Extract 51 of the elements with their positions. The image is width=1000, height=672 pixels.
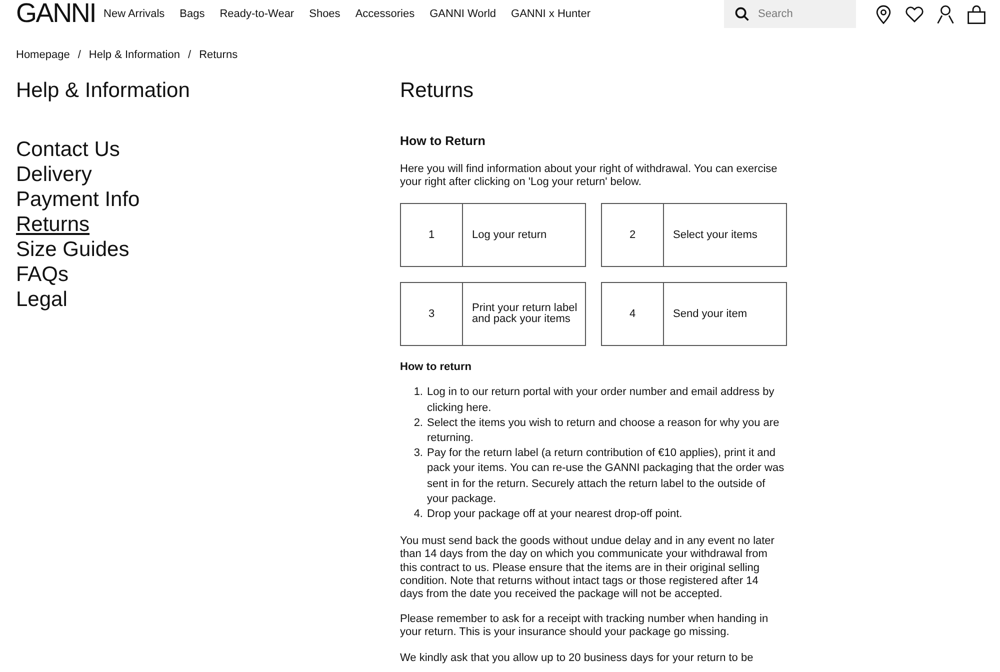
- nav-link[interactable]: GANNI World: [430, 6, 496, 22]
- step-number: 1: [401, 204, 463, 266]
- step-number: 2: [602, 204, 664, 266]
- step-label: Send your item: [672, 306, 748, 322]
- sidebar-link[interactable]: Legal: [16, 287, 68, 312]
- sidebar-link[interactable]: Payment Info: [16, 187, 140, 212]
- step-label: Select your items: [672, 228, 758, 243]
- paragraph: We kindly ask that you allow up to 20 business days for your return to be: [400, 652, 754, 665]
- section-title: How to Return: [400, 133, 486, 149]
- step-number: 3: [401, 283, 463, 346]
- sidebar-link[interactable]: Contact Us: [16, 137, 120, 162]
- breadcrumb-link[interactable]: Homepage: [16, 48, 70, 62]
- step-label: Print your return label and pack your items: [471, 300, 578, 328]
- step-label: Log your return: [471, 228, 548, 243]
- nav-link[interactable]: Ready-to-Wear: [220, 6, 294, 22]
- breadcrumb-separator: /: [78, 48, 81, 62]
- heart-icon[interactable]: [905, 4, 924, 24]
- account-icon[interactable]: [936, 4, 955, 24]
- nav-link[interactable]: Shoes: [309, 6, 340, 22]
- nav-link[interactable]: Accessories: [355, 6, 415, 22]
- sidebar-link[interactable]: Size Guides: [16, 237, 130, 262]
- location-pin-icon[interactable]: [874, 4, 893, 24]
- sidebar-link[interactable]: Returns: [16, 212, 90, 237]
- breadcrumb-separator: /: [188, 48, 192, 62]
- paragraph: Please remember to ask for a receipt with tracking number when handing in your return. This is your insurance should your package go missing.: [400, 613, 770, 640]
- list-number: 1.: [412, 385, 424, 400]
- nav-link[interactable]: New Arrivals: [104, 6, 165, 22]
- list-item-text: Drop your package off at your nearest drop-off point.: [427, 507, 684, 522]
- list-number: 2.: [412, 416, 424, 431]
- page-title: Returns: [400, 79, 475, 103]
- here-link[interactable]: here.: [466, 402, 492, 414]
- nav-link[interactable]: GANNI x Hunter: [511, 6, 590, 22]
- list-number: 3.: [412, 446, 424, 462]
- intro-text: Here you will find information about your right of withdrawal. You can exercise your right after clicking on 'Log your return' below.: [400, 163, 778, 190]
- logo[interactable]: GANNI: [16, 1, 96, 25]
- step-number: 4: [602, 283, 664, 346]
- list-item-text: Pay for the return label (a return contribution of €10 applies), print it and pack your items. You can re-use the GANNI packaging that the order was sent in for the return. Securely attach the return label to the outside of your package.: [427, 446, 786, 507]
- subheading: How to return: [400, 360, 472, 376]
- shopping-bag-icon[interactable]: [967, 4, 986, 24]
- breadcrumb-link[interactable]: Help & Information: [88, 48, 180, 62]
- list-item-text: Log in to our return portal with your order number and email address by clicking here.: [427, 385, 776, 416]
- sidebar-title: Help & Information: [16, 79, 191, 103]
- search-field[interactable]: Search: [724, 0, 856, 28]
- sidebar-link[interactable]: Delivery: [16, 162, 92, 187]
- nav-link[interactable]: Bags: [180, 6, 205, 22]
- breadcrumb-link[interactable]: Returns: [199, 48, 238, 62]
- sidebar-link[interactable]: FAQs: [16, 262, 69, 287]
- list-number: 4.: [412, 507, 424, 522]
- search-icon: [735, 7, 749, 21]
- list-item-text: Select the items you wish to return and choose a reason for why you are returning.: [427, 416, 780, 446]
- paragraph: You must send back the goods without undue delay and in any event no later than 14 days from the day on which you communicate your withdrawal from this contract to us. Please ensure that the items are in their original selling condition. Note that returns without intact tags or those registered after 14 days from the date you received the package will not be accepted.: [400, 535, 776, 602]
